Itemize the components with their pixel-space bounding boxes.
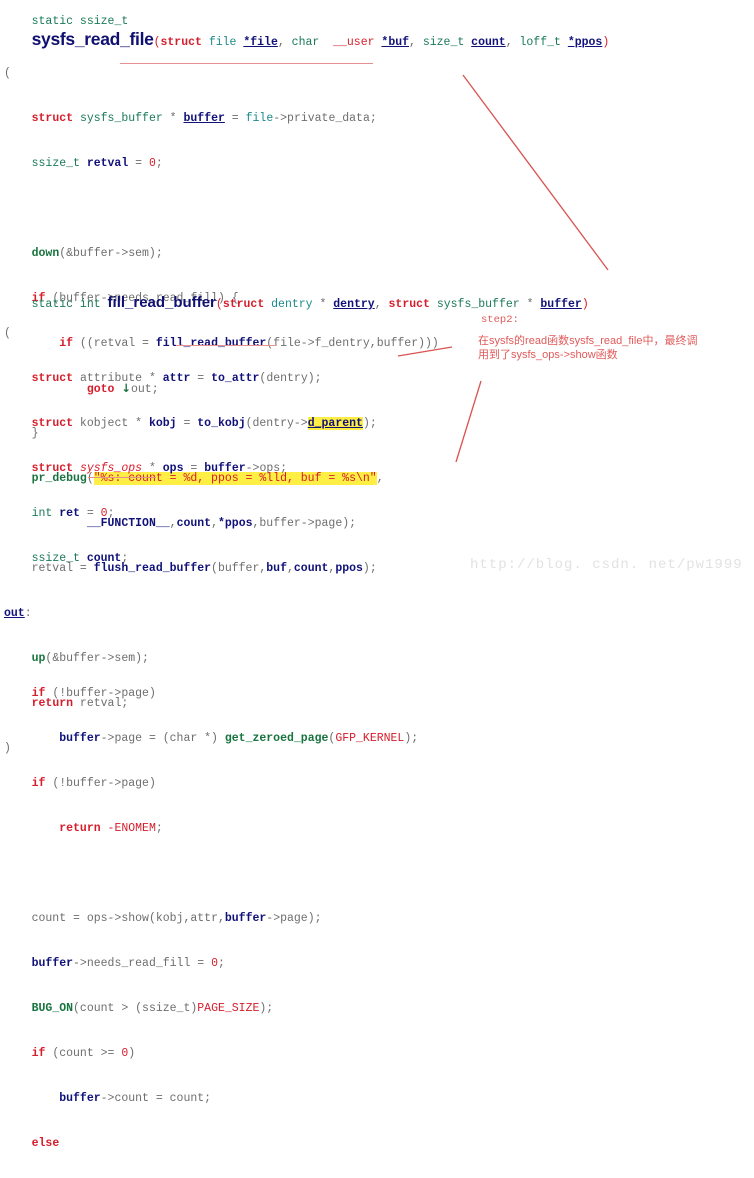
annotation-step-label: step2: xyxy=(481,314,519,326)
code-line: ssize_t count; xyxy=(31,552,129,565)
code-line: if (!buffer->page) xyxy=(31,777,156,790)
code-line: buffer->page = (char *) get_zeroed_page(… xyxy=(59,732,419,745)
code-line: buffer->needs_read_fill = 0; xyxy=(31,957,225,970)
pointer-line-1 xyxy=(462,74,609,271)
code-screenshot-canvas: static ssize_t sysfs_read_file(struct fi… xyxy=(0,0,754,1150)
code-line: int ret = 0; xyxy=(31,507,115,520)
code-line: buffer->count = count; xyxy=(59,1092,212,1105)
annotation-text-line-2: 用到了sysfs_ops->show函数 xyxy=(478,349,618,361)
code-line: struct sysfs_buffer * buffer = file->pri… xyxy=(31,112,377,125)
code-line: BUG_ON(count > (ssize_t)PAGE_SIZE); xyxy=(31,1002,274,1015)
function-two-body: ( struct attribute * attr = to_attr(dent… xyxy=(0,296,418,1178)
annotation-text-line-1: 在sysfs的read函数sysfs_read_file中，最终调 xyxy=(478,335,698,347)
code-line: else xyxy=(31,1137,60,1150)
underline-ops-show xyxy=(88,477,156,478)
code-line: down(&buffer->sem); xyxy=(31,247,163,260)
d-parent-highlight: d_parent xyxy=(307,417,363,430)
code-line: struct kobject * kobj = to_kobj(dentry->… xyxy=(31,417,377,430)
underline-private-data xyxy=(120,63,373,64)
pointer-line-3 xyxy=(455,380,482,463)
code-line: ( xyxy=(4,67,11,80)
underline-buffer-ops xyxy=(176,345,276,346)
watermark-url: http://blog. csdn. net/pw1999 xyxy=(470,557,743,573)
code-line: struct sysfs_ops * ops = buffer->ops; xyxy=(31,462,288,475)
code-line: count = ops->show(kobj,attr,buffer->page… xyxy=(4,912,322,925)
code-line: if (count >= 0) xyxy=(31,1047,136,1060)
code-line: return -ENOMEM; xyxy=(59,822,163,835)
code-line: ssize_t retval = 0; xyxy=(31,157,163,170)
code-line: struct attribute * attr = to_attr(dentry… xyxy=(31,372,322,385)
code-line: if (!buffer->page) xyxy=(31,687,156,700)
code-line: ( xyxy=(4,327,11,340)
